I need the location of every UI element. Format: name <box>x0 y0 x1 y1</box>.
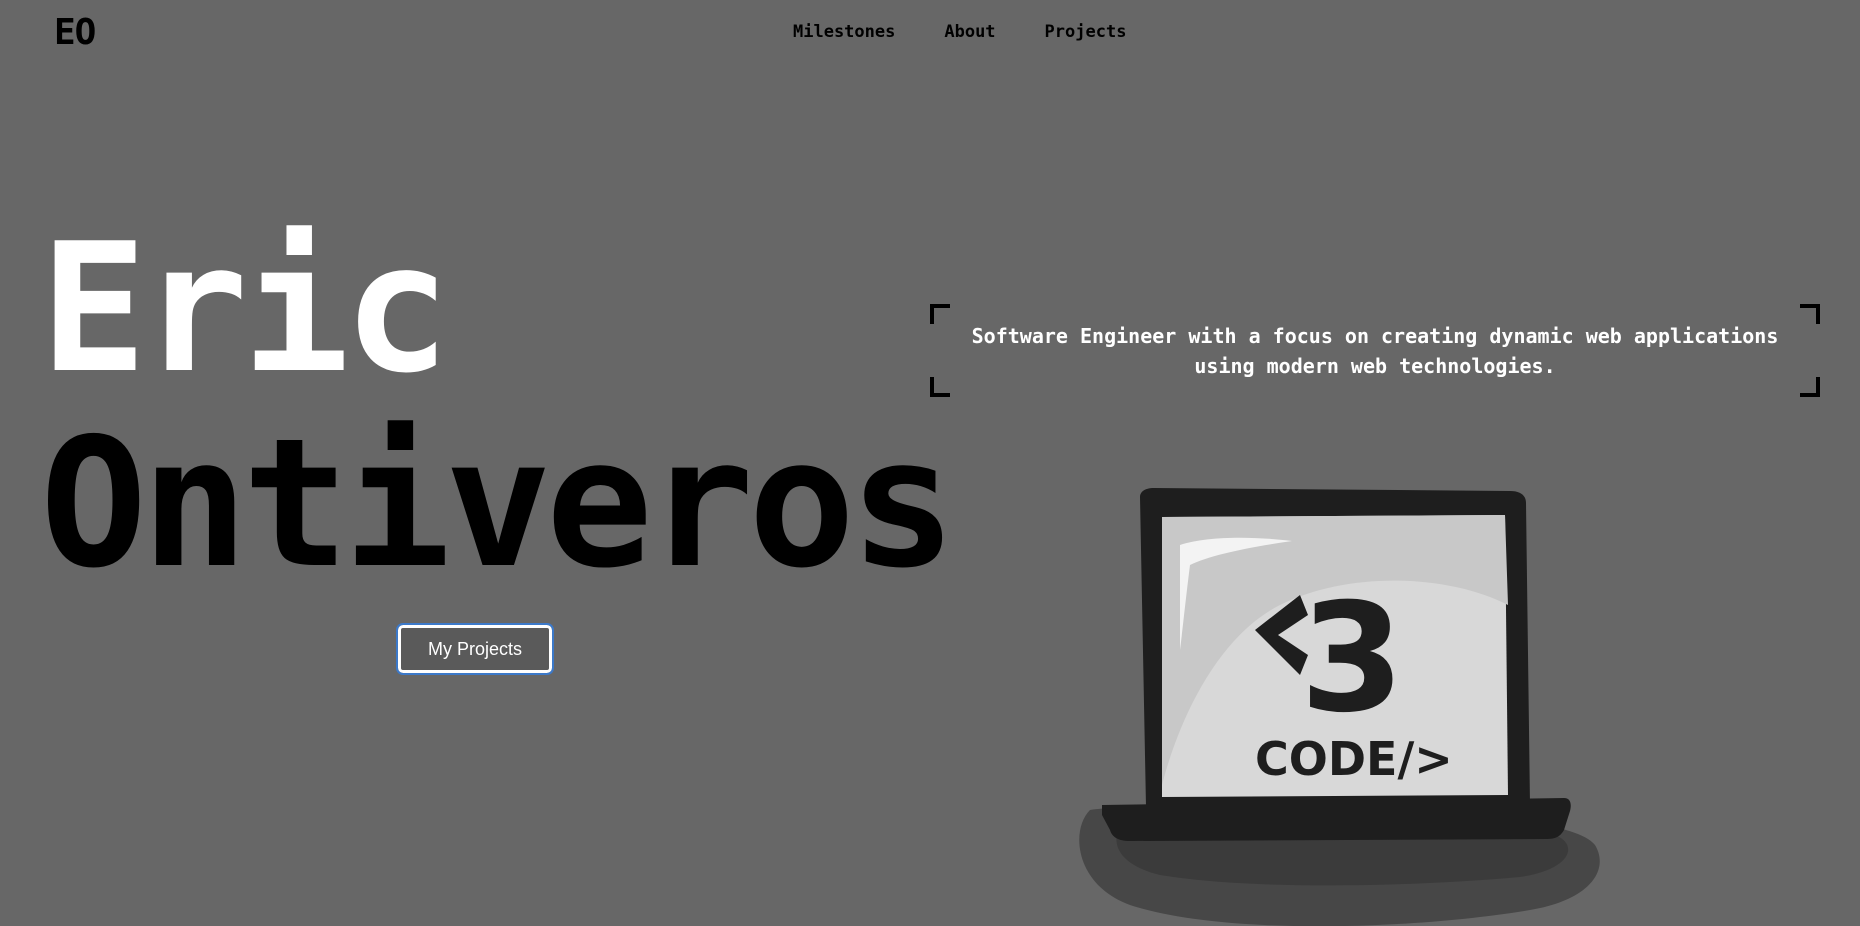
main-nav: Milestones About Projects <box>793 22 1126 42</box>
nav-link-milestones[interactable]: Milestones <box>793 22 895 42</box>
frame-corner-bottom-left <box>930 377 950 397</box>
nav-link-about[interactable]: About <box>944 22 995 42</box>
nav-link-projects[interactable]: Projects <box>1045 22 1127 42</box>
hero-first-name: Eric <box>40 205 451 412</box>
hero-last-name: Ontiveros <box>40 400 956 607</box>
laptop-heart-code-icon: 3 CODE/> <box>1079 488 1600 926</box>
hero-tagline: Software Engineer with a focus on creati… <box>971 323 1779 378</box>
site-logo[interactable]: EO <box>54 12 96 53</box>
frame-corner-top-right <box>1800 304 1820 324</box>
tagline-frame: Software Engineer with a focus on creati… <box>930 304 1820 397</box>
svg-text:CODE/>: CODE/> <box>1255 732 1453 786</box>
my-projects-button[interactable]: My Projects <box>396 623 554 675</box>
frame-corner-bottom-right <box>1800 377 1820 397</box>
svg-text:3: 3 <box>1300 572 1404 746</box>
frame-corner-top-left <box>930 304 950 324</box>
